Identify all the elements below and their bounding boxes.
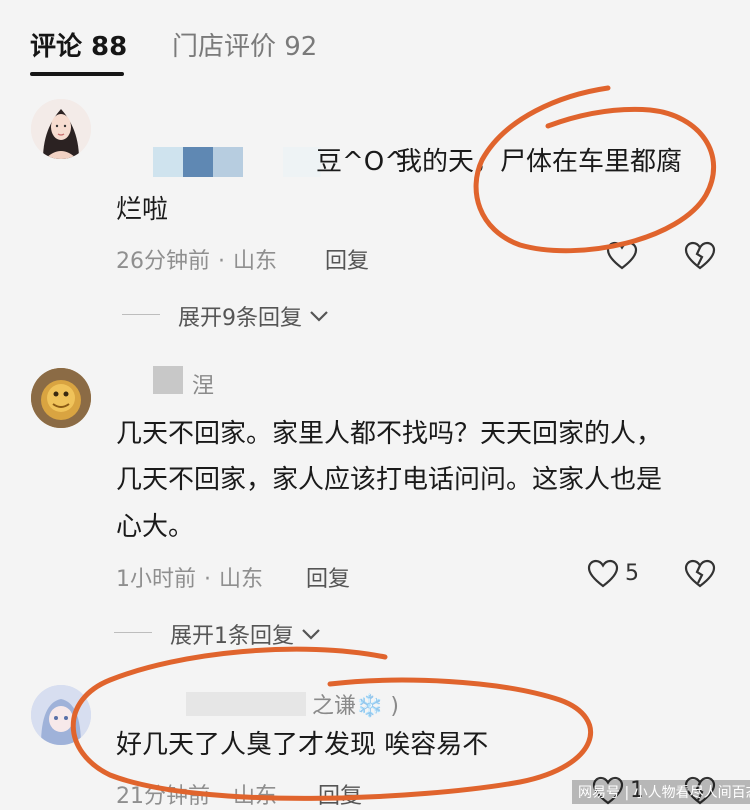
reply-button[interactable]: 回复 [306,561,350,593]
username-redacted [186,692,306,716]
comment-meta: 26分钟前 · 山东 [116,249,278,274]
username-redacted [153,366,183,394]
heart-icon[interactable] [606,241,638,271]
comment-meta: 1小时前 · 山东 [116,567,264,592]
comment-username: 涅 [192,374,215,399]
anime-girl-icon [31,685,91,745]
comment-time: 21分钟前 [116,784,210,809]
expand-replies-button[interactable]: 展开1条回复 [170,618,322,650]
comment-username: 之谦❄️ ) [312,694,399,719]
watermark: 网易号 | 小人物看尽人间百态 [572,780,750,804]
avatar[interactable] [31,99,91,159]
reply-button[interactable]: 回复 [325,243,369,275]
comment-location: 山东 [233,249,278,274]
woman-portrait-icon [31,99,91,159]
divider [122,314,160,315]
broken-heart-icon[interactable] [684,241,716,271]
avatar[interactable] [31,685,91,745]
avatar[interactable] [31,368,91,428]
comment-location: 山东 [219,567,264,592]
tab-comments[interactable]: 评论 88 [30,26,127,63]
chevron-down-icon [310,311,328,322]
broken-heart-icon[interactable] [684,559,716,589]
tab-active-indicator [30,72,124,76]
comment-text-line: 烂啦 [116,195,169,225]
expand-replies-button[interactable]: 展开9条回复 [178,300,330,332]
golden-dragon-icon [31,368,91,428]
comment-meta: 21分钟前 · 山东 [116,784,278,809]
comment-text-line: 好几天了人臭了才发现 唉容易不 [116,730,489,760]
heart-icon[interactable] [587,559,619,589]
comment-time: 1小时前 [116,567,196,592]
comment-text-line: 几天不回家，家人应该打电话问问。这家人也是 [116,465,663,495]
annotation-overlay [70,85,717,801]
tab-store-reviews[interactable]: 门店评价 92 [172,26,317,63]
comment-location: 山东 [233,784,278,809]
comment-text-line: 我的天，尸体在车里都腐 [396,147,683,177]
like-count: 5 [625,561,639,586]
comment-text-line: 心大。 [116,512,195,542]
comment-username-suffix: 豆^O^ [316,147,407,177]
comment-time: 26分钟前 [116,249,210,274]
divider [114,632,152,633]
chevron-down-icon [302,629,320,640]
comment-text-line: 几天不回家。家里人都不找吗？天天回家的人， [116,419,663,449]
username-redacted [153,147,321,177]
reply-button[interactable]: 回复 [318,778,362,810]
